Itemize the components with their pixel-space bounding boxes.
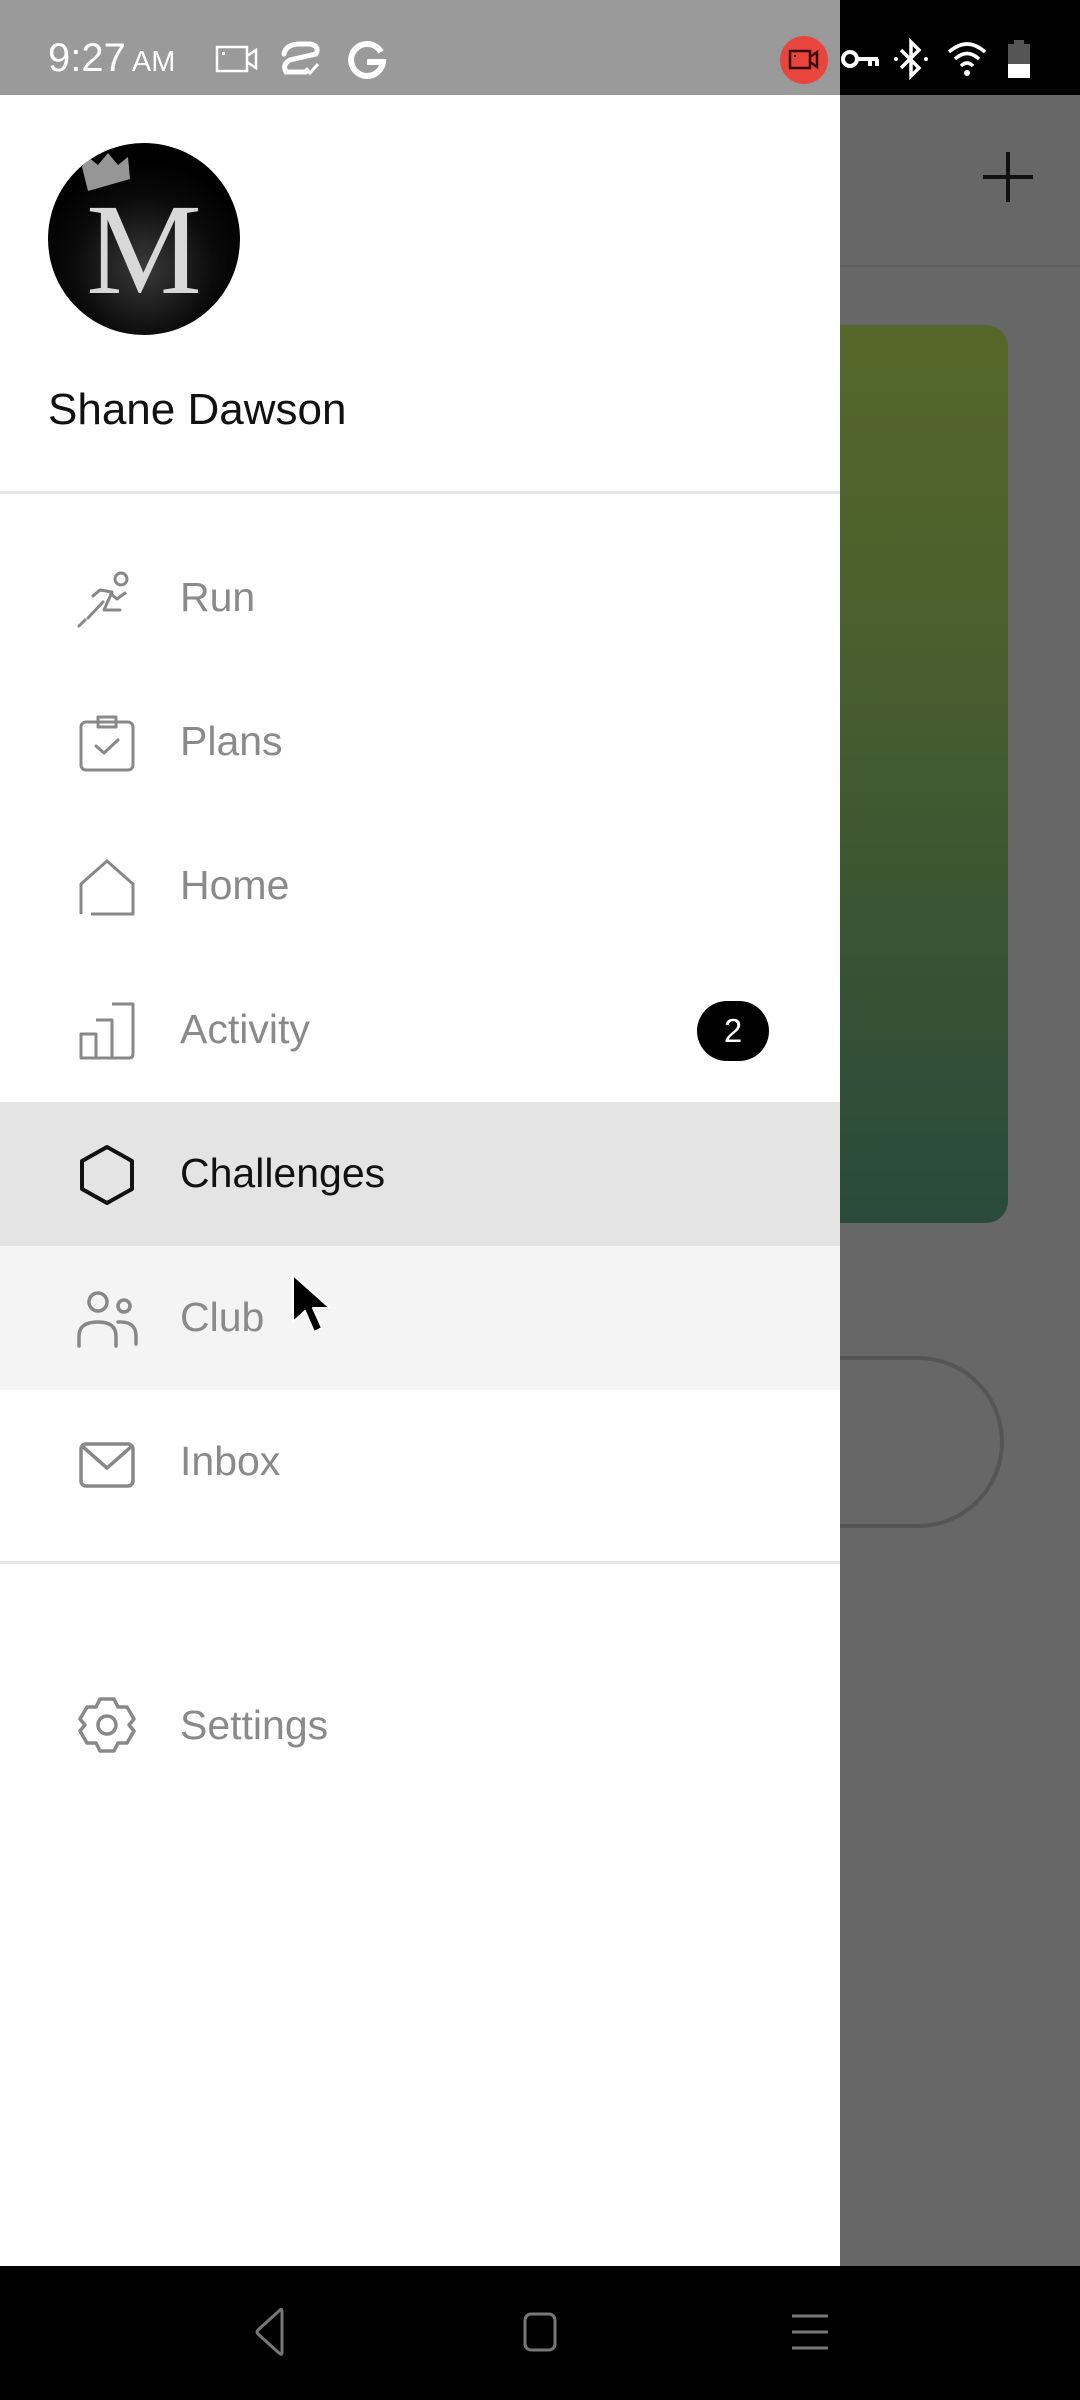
mouse-cursor-icon: [292, 1274, 331, 1333]
menu-item-run[interactable]: Run: [0, 526, 840, 670]
hexagon-icon: [80, 1145, 134, 1205]
menu-item-inbox[interactable]: Inbox: [0, 1390, 840, 1534]
system-navigation-bar: [0, 2266, 1080, 2400]
vpn-key-icon: [841, 50, 879, 68]
menu-item-club[interactable]: Club: [0, 1246, 840, 1390]
wifi-icon: [947, 42, 987, 76]
menu-label-plans: Plans: [180, 718, 283, 764]
gear-icon: [78, 1697, 136, 1753]
menu-item-activity[interactable]: Activity 2: [0, 958, 840, 1102]
mail-icon: [79, 1442, 135, 1488]
bluetooth-icon: [894, 38, 928, 81]
menu-label-activity: Activity: [180, 1006, 310, 1052]
menu-divider: [0, 1561, 840, 1564]
menu-label-inbox: Inbox: [180, 1438, 281, 1484]
sync-icon: [281, 41, 320, 76]
menu-item-challenges[interactable]: Challenges: [0, 1102, 840, 1246]
home-square-icon[interactable]: [510, 2302, 570, 2362]
recording-active-icon: [780, 36, 828, 84]
drawer-menu: Run Plans Home Activity 2 Challenges Clu…: [0, 526, 840, 1534]
time-text: 9:27: [48, 36, 126, 80]
battery-icon: [1008, 40, 1030, 78]
avatar-crown-m-icon: M: [82, 153, 202, 322]
menu-label-club: Club: [180, 1294, 265, 1340]
menu-label-home: Home: [180, 862, 290, 908]
home-icon: [79, 859, 135, 916]
screen-record-icon: [215, 45, 258, 73]
status-time: 9:27 AM: [48, 36, 175, 81]
plus-icon[interactable]: [980, 150, 1036, 206]
settings-section: Settings: [0, 1660, 840, 1790]
avatar-letter: M: [86, 178, 202, 322]
menu-label-challenges: Challenges: [180, 1150, 386, 1196]
bar-chart-icon: [79, 1002, 135, 1060]
menu-label-settings: Settings: [180, 1702, 329, 1748]
menu-item-home[interactable]: Home: [0, 814, 840, 958]
avatar[interactable]: M: [48, 143, 240, 335]
people-icon: [77, 1291, 138, 1348]
header-divider: [0, 491, 840, 494]
activity-count-badge: 2: [697, 1001, 769, 1061]
clipboard-check-icon: [79, 715, 135, 772]
menu-item-plans[interactable]: Plans: [0, 670, 840, 814]
status-bar: 9:27 AM: [0, 0, 1080, 95]
menu-lines-icon[interactable]: [780, 2302, 840, 2362]
menu-label-run: Run: [180, 574, 256, 620]
back-icon[interactable]: [238, 2302, 298, 2362]
google-icon: [348, 40, 387, 79]
menu-item-settings[interactable]: Settings: [0, 1660, 840, 1790]
ampm-text: AM: [131, 46, 176, 78]
runner-icon: [77, 571, 129, 628]
user-name[interactable]: Shane Dawson: [48, 385, 346, 435]
navigation-drawer: M Shane Dawson Run Plans Home Activity 2…: [0, 95, 840, 2266]
